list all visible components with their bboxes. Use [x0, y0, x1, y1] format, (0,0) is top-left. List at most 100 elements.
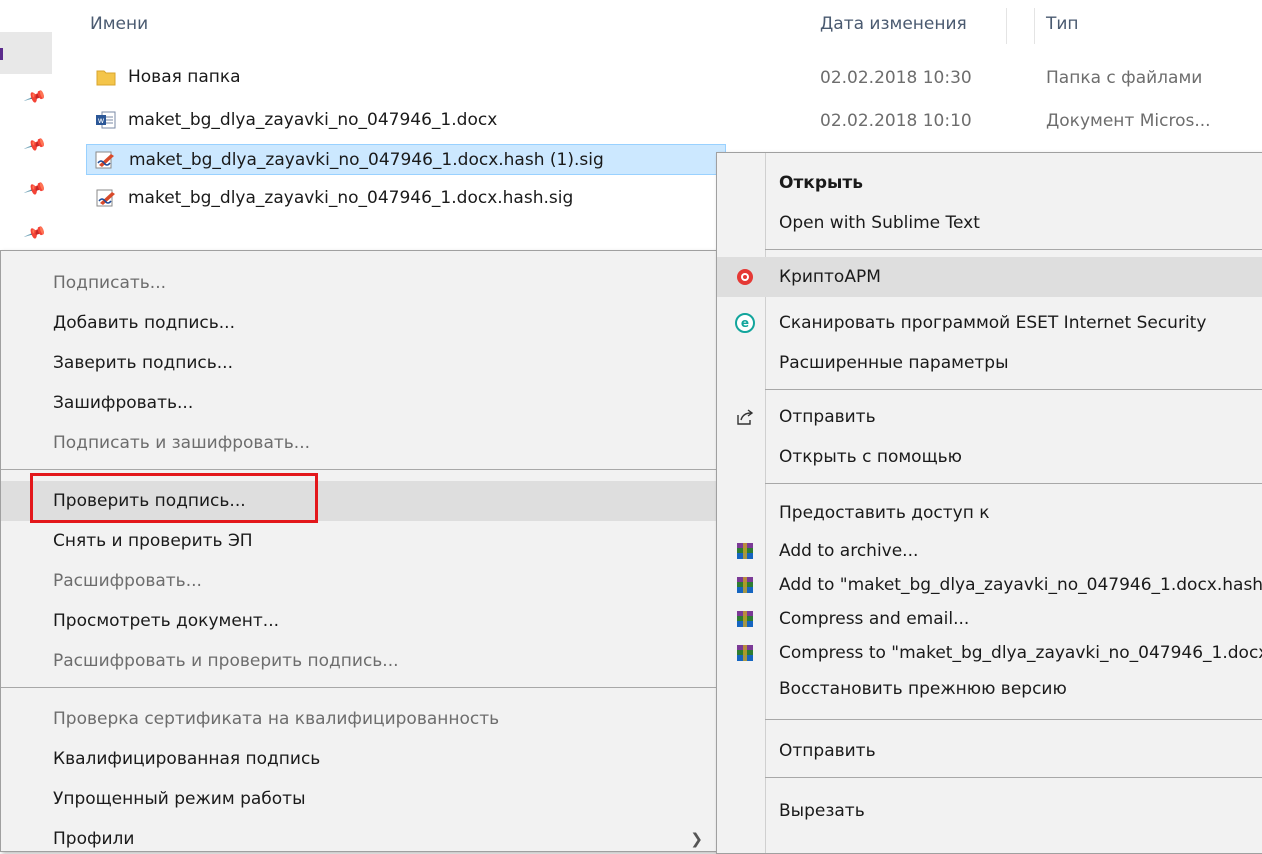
menu-separator	[1, 687, 717, 688]
folder-icon	[96, 70, 116, 86]
menu-item-label: КриптоАРМ	[779, 267, 881, 287]
menu-item-label: Add to "maket_bg_dlya_zayavki_no_047946_…	[779, 575, 1262, 595]
column-header-type[interactable]: Тип	[1046, 14, 1079, 34]
menu-item-label: Предоставить доступ к	[779, 503, 990, 523]
file-type: Папка с файлами	[1046, 68, 1203, 88]
menu-item-label: Open with Sublime Text	[779, 213, 980, 233]
menu-item-label: Вырезать	[779, 801, 865, 821]
file-name: Новая папка	[128, 67, 241, 87]
menu-item-label: Квалифицированная подпись	[53, 749, 321, 769]
menu-item-decrypt[interactable]: Расшифровать...	[1, 563, 717, 599]
pin-icon[interactable]: 📌	[23, 133, 48, 157]
menu-item-sign-and-encrypt[interactable]: Подписать и зашифровать...	[1, 425, 717, 461]
menu-item-label: Упрощенный режим работы	[53, 789, 306, 809]
menu-item-cut[interactable]: Вырезать	[717, 793, 1262, 829]
nav-selected-item[interactable]	[0, 32, 52, 74]
menu-item-encrypt[interactable]: Зашифровать...	[1, 385, 717, 421]
menu-item-qualified-signature[interactable]: Квалифицированная подпись	[1, 741, 717, 777]
menu-item-label: Расширенные параметры	[779, 353, 1009, 373]
menu-item-label: Восстановить прежнюю версию	[779, 679, 1067, 699]
menu-item-label: Compress to "maket_bg_dlya_zayavki_no_04…	[779, 643, 1262, 663]
column-divider[interactable]	[1034, 8, 1035, 44]
menu-item-open-with[interactable]: Открыть с помощью	[717, 439, 1262, 475]
menu-item-sign[interactable]: Подписать...	[1, 265, 717, 301]
menu-item-cryptoarm[interactable]: КриптоАРМ	[717, 257, 1262, 297]
menu-item-send-to[interactable]: Отправить	[717, 733, 1262, 769]
svg-text:w: w	[98, 116, 105, 125]
menu-item-label: Расшифровать...	[53, 571, 202, 591]
menu-item-label: Расшифровать и проверить подпись...	[53, 651, 399, 671]
cryptoarm-submenu: Подписать... Добавить подпись... Заверит…	[0, 250, 718, 852]
menu-item-profiles[interactable]: Профили ❯	[1, 821, 717, 851]
winrar-icon	[737, 645, 753, 661]
menu-separator	[1, 469, 717, 470]
menu-item-label: Заверить подпись...	[53, 353, 233, 373]
menu-item-certify-signature[interactable]: Заверить подпись...	[1, 345, 717, 381]
column-header-date[interactable]: Дата изменения	[820, 14, 967, 34]
eset-icon: e	[735, 313, 755, 333]
menu-separator	[765, 483, 1262, 484]
menu-item-add-to-archive[interactable]: Add to archive...	[717, 533, 1262, 569]
menu-item-label: Открыть с помощью	[779, 447, 962, 467]
file-row-selected[interactable]: maket_bg_dlya_zayavki_no_047946_1.docx.h…	[86, 144, 726, 175]
menu-item-open-sublime[interactable]: Open with Sublime Text	[717, 205, 1262, 241]
menu-item-add-signature[interactable]: Добавить подпись...	[1, 305, 717, 341]
menu-item-eset-scan[interactable]: e Сканировать программой ESET Internet S…	[717, 305, 1262, 341]
menu-item-label: Подписать...	[53, 273, 166, 293]
menu-item-add-to-rar[interactable]: Add to "maket_bg_dlya_zayavki_no_047946_…	[717, 567, 1262, 603]
menu-separator	[765, 777, 1262, 778]
chevron-right-icon: ❯	[690, 830, 703, 848]
menu-item-label: Профили	[53, 829, 135, 849]
menu-item-qualification-check[interactable]: Проверка сертификата на квалифицированно…	[1, 701, 717, 737]
file-date: 02.02.2018 10:30	[820, 68, 972, 88]
share-icon	[737, 409, 754, 425]
menu-item-label: Проверка сертификата на квалифицированно…	[53, 709, 500, 729]
signature-file-icon	[95, 151, 114, 169]
menu-item-decrypt-and-verify[interactable]: Расшифровать и проверить подпись...	[1, 643, 717, 679]
file-name: maket_bg_dlya_zayavki_no_047946_1.docx.h…	[128, 188, 574, 208]
svg-text:e: e	[741, 316, 749, 330]
winrar-icon	[737, 543, 753, 559]
menu-item-share[interactable]: Отправить	[717, 399, 1262, 435]
pin-icon[interactable]: 📌	[23, 177, 48, 201]
nav-indicator	[0, 48, 3, 60]
menu-item-open[interactable]: Открыть	[717, 165, 1262, 201]
file-name: maket_bg_dlya_zayavki_no_047946_1.docx.h…	[129, 150, 604, 170]
file-type: Документ Micros...	[1046, 111, 1211, 131]
menu-item-label: Снять и проверить ЭП	[53, 531, 253, 551]
menu-separator	[765, 249, 1262, 250]
menu-item-label: Отправить	[779, 741, 876, 761]
menu-item-give-access[interactable]: Предоставить доступ к	[717, 495, 1262, 531]
menu-item-view-document[interactable]: Просмотреть документ...	[1, 603, 717, 639]
menu-item-label: Compress and email...	[779, 609, 970, 629]
signature-file-icon	[96, 189, 115, 207]
menu-item-label: Add to archive...	[779, 541, 919, 561]
file-date: 02.02.2018 10:10	[820, 111, 972, 131]
menu-item-compress-to-rar-email[interactable]: Compress to "maket_bg_dlya_zayavki_no_04…	[717, 635, 1262, 671]
winrar-icon	[737, 611, 753, 627]
menu-item-label: Зашифровать...	[53, 393, 194, 413]
menu-separator	[765, 389, 1262, 390]
menu-item-label: Открыть	[779, 173, 863, 193]
file-row[interactable]: w maket_bg_dlya_zayavki_no_047946_1.docx	[96, 105, 736, 136]
file-name: maket_bg_dlya_zayavki_no_047946_1.docx	[128, 110, 498, 130]
menu-item-advanced-params[interactable]: Расширенные параметры	[717, 345, 1262, 381]
column-divider[interactable]	[1006, 8, 1007, 44]
winrar-icon	[737, 577, 753, 593]
menu-separator	[765, 719, 1262, 720]
menu-item-label: Сканировать программой ESET Internet Sec…	[779, 313, 1207, 333]
menu-item-remove-and-verify[interactable]: Снять и проверить ЭП	[1, 523, 717, 559]
highlight-callout	[30, 473, 318, 523]
menu-item-compress-email[interactable]: Compress and email...	[717, 601, 1262, 637]
menu-item-label: Подписать и зашифровать...	[53, 433, 311, 453]
column-header-name[interactable]: Имени	[90, 14, 148, 34]
pin-icon[interactable]: 📌	[23, 85, 48, 109]
menu-item-simplified-mode[interactable]: Упрощенный режим работы	[1, 781, 717, 817]
menu-item-label: Добавить подпись...	[53, 313, 235, 333]
menu-item-label: Отправить	[779, 407, 876, 427]
menu-item-restore-version[interactable]: Восстановить прежнюю версию	[717, 671, 1262, 707]
file-row[interactable]: maket_bg_dlya_zayavki_no_047946_1.docx.h…	[96, 183, 736, 214]
file-row[interactable]: Новая папка	[96, 62, 736, 93]
pin-icon[interactable]: 📌	[23, 221, 48, 245]
menu-item-label: Просмотреть документ...	[53, 611, 280, 631]
